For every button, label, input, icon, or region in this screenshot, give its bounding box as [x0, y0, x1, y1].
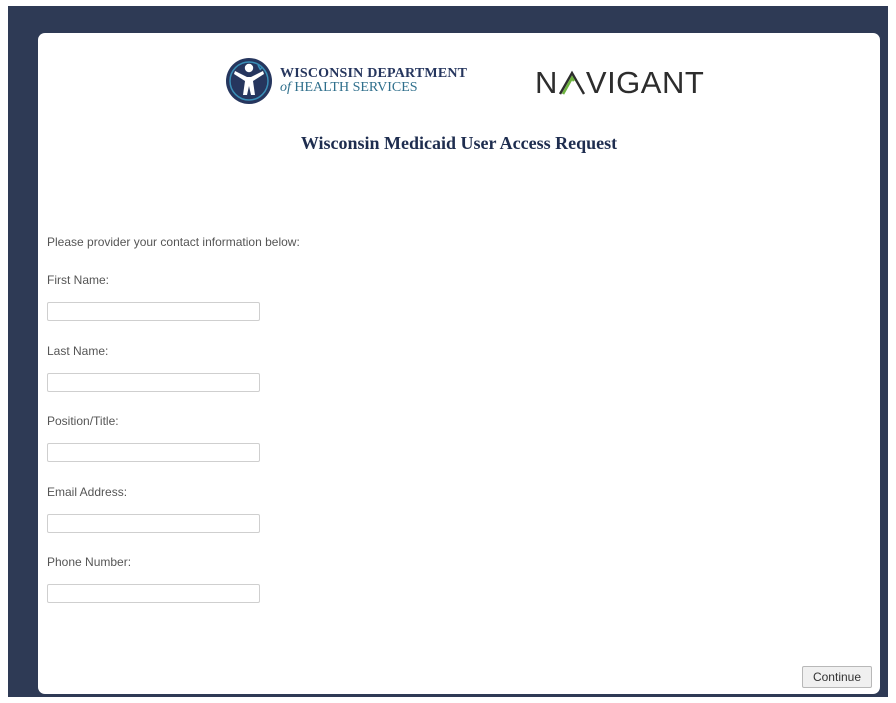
dhs-emblem-icon: [226, 58, 272, 104]
dhs-wordmark-line1: WISCONSIN DEPARTMENT: [280, 66, 468, 81]
phone-number-label: Phone Number:: [47, 555, 132, 569]
form-card: WISCONSIN DEPARTMENT of HEALTH SERVICES …: [38, 33, 880, 694]
phone-number-input[interactable]: [47, 584, 260, 603]
email-address-label: Email Address:: [47, 485, 128, 499]
navigant-a-icon: [558, 70, 585, 95]
last-name-label: Last Name:: [47, 344, 109, 358]
dhs-wordmark-of: of: [280, 80, 291, 95]
dhs-wordmark-line2: of HEALTH SERVICES: [280, 81, 467, 95]
first-name-input[interactable]: [47, 302, 260, 321]
position-title-label: Position/Title:: [47, 414, 119, 428]
dhs-logo: WISCONSIN DEPARTMENT of HEALTH SERVICES: [225, 57, 467, 105]
navigant-logo-prefix: N: [535, 65, 558, 100]
dhs-wordmark: WISCONSIN DEPARTMENT of HEALTH SERVICES: [280, 67, 467, 95]
first-name-label: First Name:: [47, 273, 110, 287]
navigant-logo: N VIGANT: [535, 65, 704, 101]
continue-button[interactable]: Continue: [802, 666, 872, 688]
intro-text: Please provider your contact information…: [47, 235, 300, 249]
position-title-input[interactable]: [47, 443, 260, 462]
page-frame: WISCONSIN DEPARTMENT of HEALTH SERVICES …: [8, 6, 888, 697]
page-title: Wisconsin Medicaid User Access Request: [300, 133, 618, 153]
last-name-input[interactable]: [47, 373, 260, 392]
navigant-logo-suffix: VIGANT: [585, 65, 705, 100]
dhs-wordmark-health-services: HEALTH SERVICES: [294, 80, 418, 95]
email-address-input[interactable]: [47, 514, 260, 533]
header-logos: WISCONSIN DEPARTMENT of HEALTH SERVICES …: [38, 57, 880, 109]
